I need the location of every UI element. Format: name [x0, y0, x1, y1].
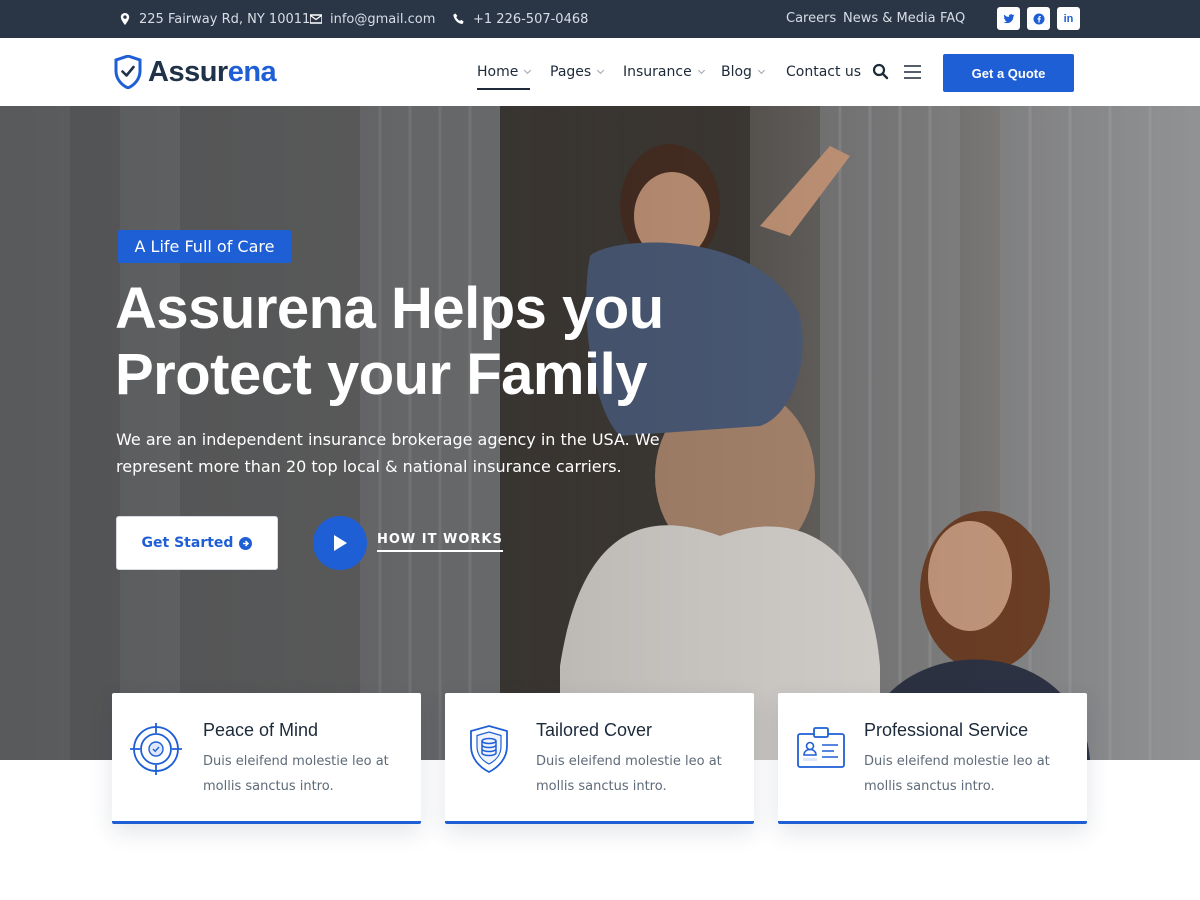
logo-text-part1: Assur: [148, 55, 228, 88]
logo-wordmark: Assurena: [148, 55, 277, 89]
chevron-down-icon: [757, 66, 765, 74]
careers-link[interactable]: Careers: [786, 0, 836, 38]
news-media-link[interactable]: News & Media: [843, 0, 936, 38]
feature-text: Duis eleifend molestie leo at mollis san…: [203, 754, 389, 794]
chevron-down-icon: [524, 66, 532, 74]
nav-pages[interactable]: Pages: [550, 38, 605, 106]
nav-insurance-label: Insurance: [623, 64, 692, 80]
chevron-down-icon: [597, 66, 605, 74]
get-a-quote-button[interactable]: Get a Quote: [943, 54, 1074, 92]
feature-text: Duis eleifend molestie leo at mollis san…: [536, 754, 722, 794]
get-started-label: Get Started: [141, 535, 234, 551]
feature-title: Tailored Cover: [536, 720, 653, 740]
feature-title: Professional Service: [864, 720, 1029, 740]
feature-text: Duis eleifend molestie leo at mollis san…: [864, 754, 1050, 794]
feature-title: Peace of Mind: [203, 720, 319, 740]
logo-text-part2: ena: [227, 55, 277, 88]
hamburger-menu-icon[interactable]: [903, 62, 923, 82]
hero-section: A Life Full of Care Assurena Helps you P…: [0, 106, 1200, 760]
twitter-icon: [1003, 13, 1014, 23]
phone-info[interactable]: +1 226-507-0468: [453, 0, 588, 38]
nav-blog-label: Blog: [721, 64, 752, 80]
site-logo[interactable]: Assurena: [114, 55, 277, 89]
search-icon[interactable]: [871, 62, 891, 82]
nav-pages-label: Pages: [550, 64, 592, 80]
arrow-circle-right-icon: [239, 536, 253, 550]
nav-home-label: Home: [477, 64, 519, 80]
target-shield-icon: [130, 723, 182, 775]
linkedin-button[interactable]: in: [1057, 7, 1080, 30]
top-bar: 225 Fairway Rd, NY 10011 info@gmail.com …: [0, 0, 1200, 38]
address-info: 225 Fairway Rd, NY 10011: [119, 0, 310, 38]
chevron-down-icon: [697, 66, 705, 74]
faq-link[interactable]: FAQ: [940, 0, 965, 38]
feature-card-tailored-cover[interactable]: Tailored Cover Duis eleifend molestie le…: [445, 693, 754, 824]
hero-title: Assurena Helps you Protect your Family: [115, 276, 735, 408]
facebook-icon: [1033, 13, 1044, 24]
nav-contact[interactable]: Contact us: [786, 38, 861, 106]
hero-title-line2: Protect your Family: [115, 342, 647, 407]
phone-text[interactable]: +1 226-507-0468: [473, 12, 588, 27]
feature-card-peace-of-mind[interactable]: Peace of Mind Duis eleifend molestie leo…: [112, 693, 421, 824]
address-text: 225 Fairway Rd, NY 10011: [139, 11, 311, 27]
phone-icon: [453, 13, 464, 24]
linkedin-icon: in: [1063, 12, 1074, 25]
nav-blog[interactable]: Blog: [721, 38, 765, 106]
shield-coins-icon: [470, 725, 508, 774]
main-header: Assurena Home Pages Insurance Blog Conta…: [0, 38, 1200, 106]
mail-icon: [310, 14, 322, 24]
play-icon: [334, 535, 347, 551]
email-text[interactable]: info@gmail.com: [330, 12, 435, 27]
get-started-button[interactable]: Get Started: [116, 516, 278, 570]
nav-insurance[interactable]: Insurance: [623, 38, 705, 106]
nav-contact-label: Contact us: [786, 64, 862, 80]
hero-tag-badge: A Life Full of Care: [118, 230, 291, 263]
play-video-button[interactable]: [313, 516, 367, 570]
feature-card-professional-service[interactable]: Professional Service Duis eleifend moles…: [778, 693, 1087, 824]
hero-description: We are an independent insurance brokerag…: [116, 430, 660, 476]
location-pin-icon: [120, 13, 130, 25]
hero-title-line1: Assurena Helps you: [115, 276, 664, 341]
how-it-works-link[interactable]: HOW IT WORKS: [377, 532, 503, 552]
email-info[interactable]: info@gmail.com: [310, 0, 435, 38]
twitter-button[interactable]: [997, 7, 1020, 30]
shield-check-icon: [114, 55, 142, 89]
id-badge-icon: [797, 727, 845, 768]
nav-home[interactable]: Home: [477, 38, 532, 106]
facebook-button[interactable]: [1027, 7, 1050, 30]
